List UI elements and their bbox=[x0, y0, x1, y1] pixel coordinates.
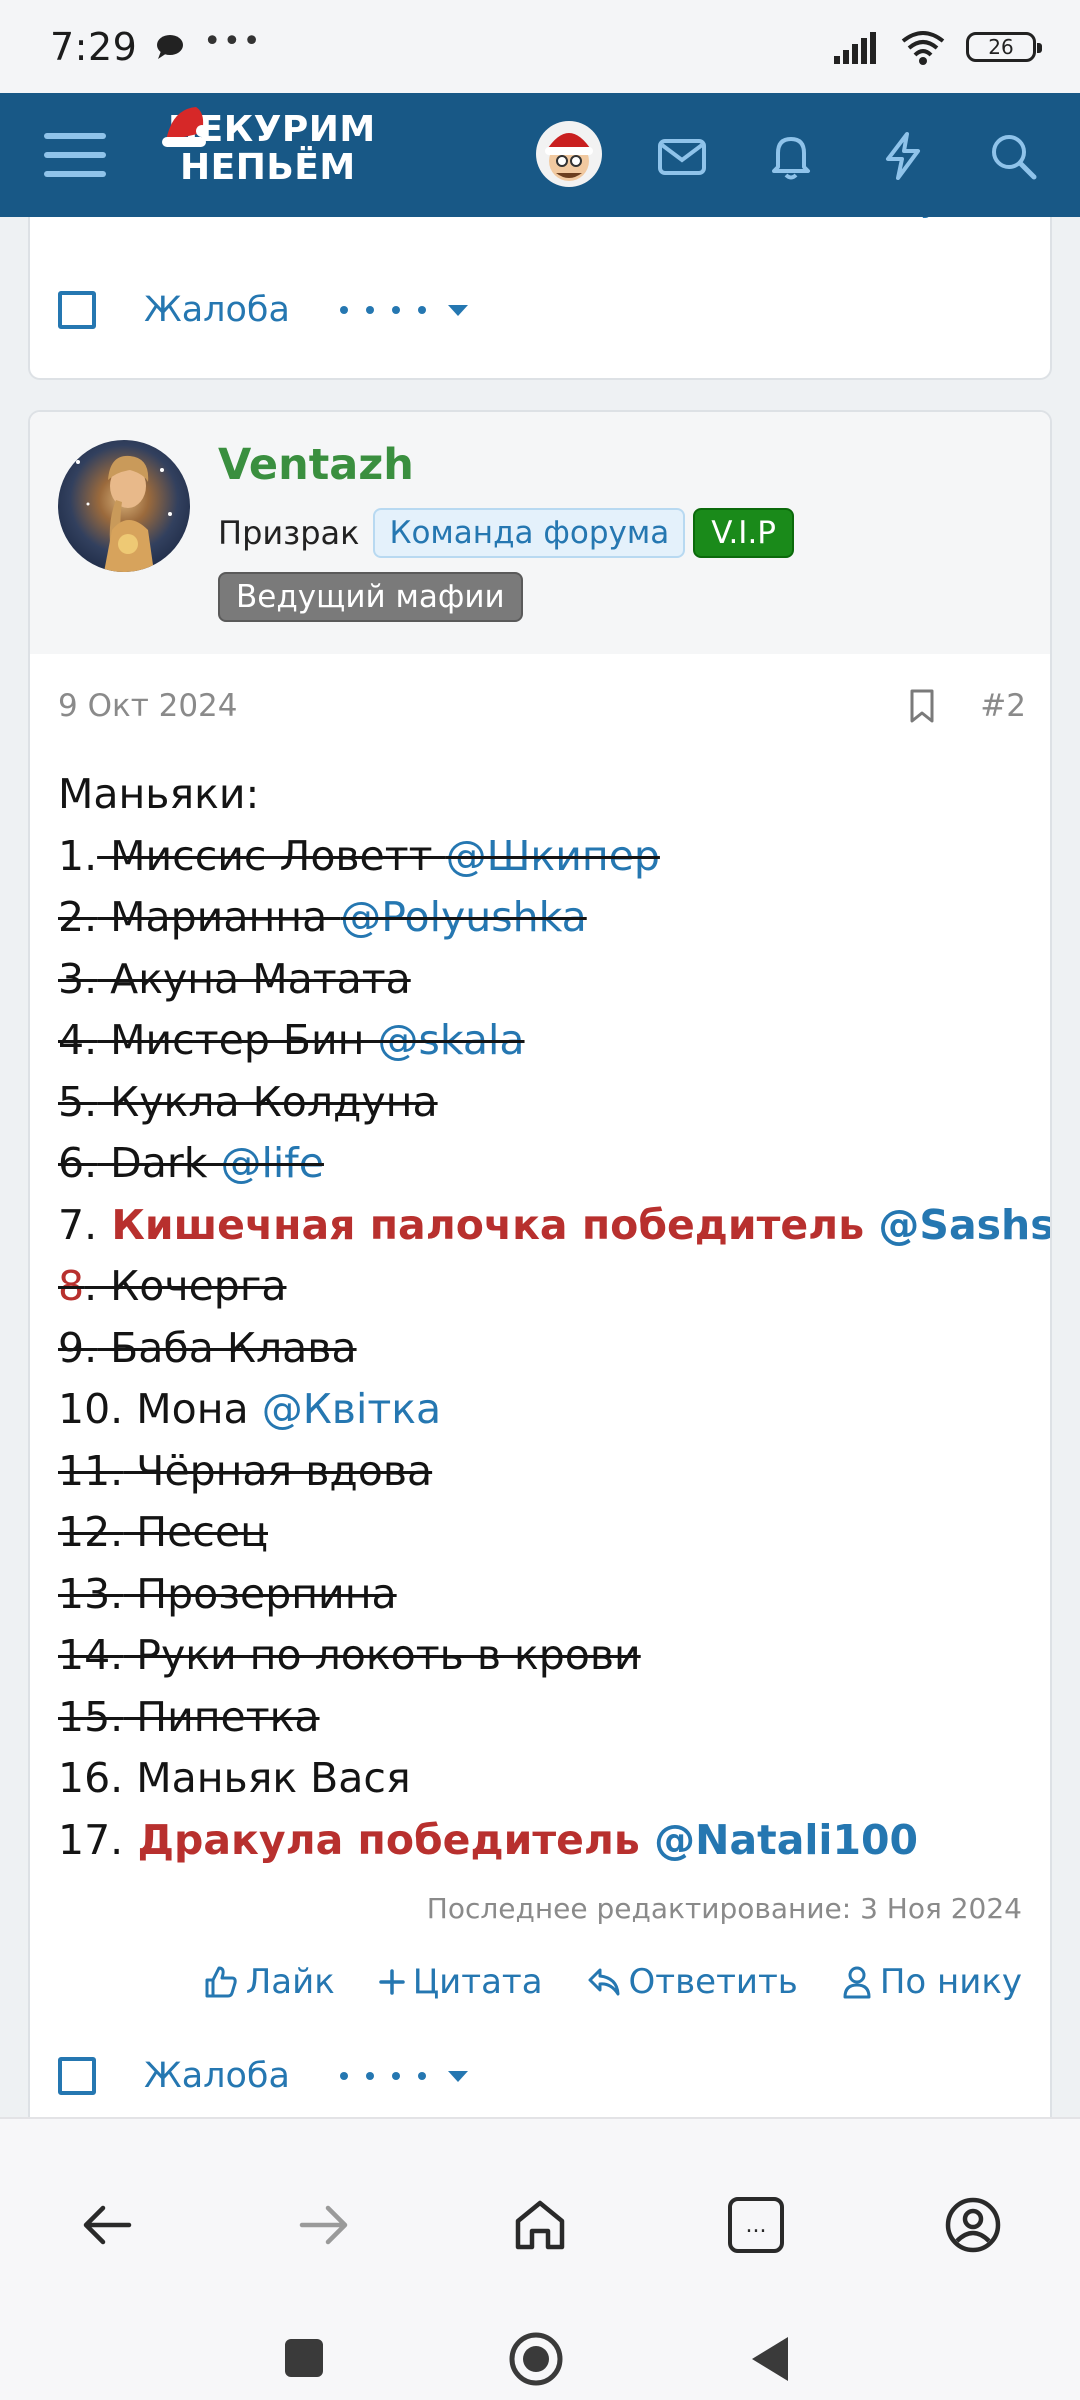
chevron-down-icon[interactable] bbox=[447, 2070, 468, 2082]
select-checkbox[interactable] bbox=[58, 291, 96, 329]
more-options-icon[interactable] bbox=[339, 2072, 426, 2080]
more-notifications-icon: ••• bbox=[203, 24, 263, 59]
list-item: 9. Баба Клава bbox=[58, 1323, 357, 1372]
post-number[interactable]: #2 bbox=[980, 688, 1026, 724]
list-item: 5. Кукла Колдуна bbox=[58, 1077, 438, 1126]
chevron-down-icon[interactable] bbox=[447, 304, 468, 316]
tabs-button[interactable]: ... bbox=[728, 2197, 784, 2253]
list-item: 11. Чёрная вдова bbox=[58, 1446, 433, 1495]
account-icon[interactable] bbox=[943, 2195, 1003, 2255]
bell-icon[interactable] bbox=[764, 129, 818, 183]
menu-icon[interactable] bbox=[44, 129, 106, 181]
author-badges: Призрак Команда форума V.I.P bbox=[218, 508, 794, 558]
post-actions: Лайк Цитата Ответить По нику bbox=[204, 1962, 1022, 2002]
previous-post-card: Лайк Цитата Ответить По нику Жалоба bbox=[28, 180, 1052, 380]
forum-logo[interactable]: НЕКУРИМ НЕПЬЁМ bbox=[162, 107, 418, 201]
battery-level: 26 bbox=[988, 34, 1014, 59]
author-username[interactable]: Ventazh bbox=[218, 440, 414, 490]
last-edited-note: Последнее редактирование: 3 Ноя 2024 bbox=[426, 1892, 1022, 1925]
forum-header: НЕКУРИМ НЕПЬЁМ bbox=[0, 93, 1080, 217]
more-options-icon[interactable] bbox=[339, 306, 426, 314]
user-icon bbox=[843, 1966, 871, 1999]
post-body: Маньяки: 1. Миссис Ловетт @Шкипер 2. Мар… bbox=[58, 764, 1050, 1871]
list-item: 17. Дракула победитель @Natali100 bbox=[58, 1815, 919, 1864]
user-mention[interactable]: @Шкипер bbox=[446, 832, 660, 880]
bookmark-icon[interactable] bbox=[908, 688, 936, 724]
author-avatar[interactable] bbox=[58, 440, 190, 572]
list-item: 6. Dark @life bbox=[58, 1139, 324, 1187]
by-nick-button[interactable]: По нику bbox=[842, 1962, 1022, 2002]
list-item: 15. Пипетка bbox=[58, 1692, 320, 1741]
home-system-icon[interactable] bbox=[508, 2331, 564, 2387]
browser-bottom-bar: ... bbox=[0, 2117, 1080, 2400]
list-item: 8. Кочерга bbox=[58, 1262, 287, 1310]
vip-badge: V.I.P bbox=[693, 508, 794, 558]
user-mention[interactable]: @Sashshka bbox=[878, 1201, 1050, 1249]
post-date[interactable]: 9 Окт 2024 bbox=[58, 688, 238, 724]
signal-icon bbox=[834, 31, 876, 64]
status-bar: 7:29 ••• 26 bbox=[0, 0, 1080, 93]
user-title: Призрак bbox=[218, 514, 360, 552]
list-item: 7. Кишечная палочка победитель @Sashshka bbox=[58, 1195, 1050, 1257]
list-item: 1. Миссис Ловетт @Шкипер bbox=[58, 831, 660, 880]
list-item: 12. Песец bbox=[58, 1508, 268, 1556]
home-icon[interactable] bbox=[510, 2195, 570, 2255]
post-footer: Жалоба bbox=[58, 2046, 468, 2106]
wifi-icon bbox=[901, 30, 945, 65]
mail-icon[interactable] bbox=[655, 129, 709, 183]
select-checkbox[interactable] bbox=[58, 2057, 96, 2095]
status-time: 7:29 bbox=[50, 24, 138, 69]
team-badge: Команда форума bbox=[373, 508, 686, 558]
user-mention[interactable]: @Квітка bbox=[262, 1385, 441, 1433]
quote-button[interactable]: Цитата bbox=[379, 1962, 543, 2002]
list-item: 10. Мона @Квітка bbox=[58, 1385, 442, 1433]
reply-icon bbox=[588, 1968, 620, 1996]
list-item: 4. Мистер Бин @skala bbox=[58, 1016, 525, 1064]
report-link[interactable]: Жалоба bbox=[144, 2056, 290, 2096]
reply-button[interactable]: Ответить bbox=[587, 1962, 798, 2002]
logo-line-2: НЕПЬЁМ bbox=[180, 147, 356, 188]
post-heading: Маньяки: bbox=[58, 770, 260, 818]
user-mention[interactable]: @life bbox=[221, 1139, 324, 1187]
list-item: 2. Марианна @Polyushka bbox=[58, 893, 587, 941]
plus-icon bbox=[379, 1969, 405, 1995]
lightning-icon[interactable] bbox=[876, 129, 930, 183]
mafia-host-badge: Ведущий мафии bbox=[218, 572, 523, 622]
user-mention[interactable]: @Polyushka bbox=[340, 893, 586, 941]
user-mention[interactable]: @skala bbox=[378, 1016, 525, 1064]
back-system-icon[interactable] bbox=[748, 2333, 792, 2385]
list-item: 14. Руки по локоть в крови bbox=[58, 1631, 641, 1679]
post-author-block: Ventazh Призрак Команда форума V.I.P Вед… bbox=[30, 412, 1050, 654]
post-card: Ventazh Призрак Команда форума V.I.P Вед… bbox=[28, 410, 1052, 2130]
forward-arrow-icon[interactable] bbox=[294, 2195, 354, 2255]
chat-notification-icon bbox=[157, 34, 184, 59]
back-arrow-icon[interactable] bbox=[77, 2195, 137, 2255]
report-link[interactable]: Жалоба bbox=[144, 290, 290, 330]
search-icon[interactable] bbox=[986, 129, 1040, 183]
tabs-icon: ... bbox=[745, 2212, 767, 2238]
account-avatar[interactable] bbox=[536, 121, 602, 187]
list-item: 16. Маньяк Вася bbox=[58, 1754, 411, 1802]
thumbs-up-icon bbox=[205, 1966, 237, 1998]
santa-hat-icon bbox=[162, 107, 208, 147]
battery-indicator: 26 bbox=[966, 31, 1042, 62]
user-mention[interactable]: @Natali100 bbox=[654, 1816, 918, 1864]
like-button[interactable]: Лайк bbox=[204, 1962, 335, 2002]
post-meta: 9 Окт 2024 #2 bbox=[58, 684, 1026, 728]
previous-post-footer: Жалоба bbox=[58, 280, 468, 340]
recents-icon[interactable] bbox=[282, 2336, 326, 2380]
list-item: 3. Акуна Матата bbox=[58, 954, 411, 1003]
list-item: 13. Прозерпина bbox=[58, 1569, 397, 1618]
